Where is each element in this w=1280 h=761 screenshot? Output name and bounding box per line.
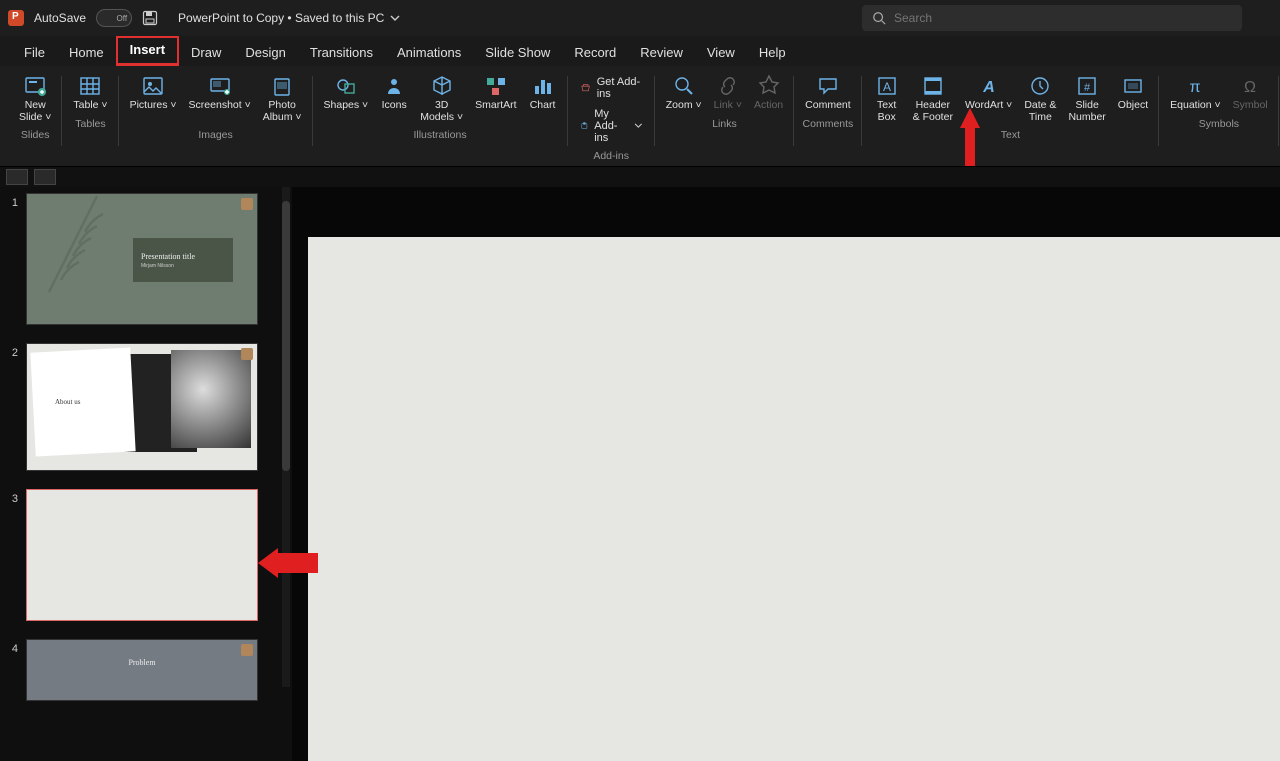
group-label: Text <box>1001 129 1020 141</box>
shapes-button[interactable]: Shapes ˅ <box>321 72 372 114</box>
search-box[interactable] <box>862 5 1242 31</box>
tab-home[interactable]: Home <box>57 41 116 66</box>
title-bar: AutoSave Off PowerPoint to Copy • Saved … <box>0 0 1280 36</box>
tab-insert[interactable]: Insert <box>116 36 179 66</box>
group-label: Symbols <box>1199 118 1239 130</box>
document-title[interactable]: PowerPoint to Copy • Saved to this PC <box>178 11 400 25</box>
photo-album-icon <box>270 74 294 98</box>
transition-badge-icon <box>241 644 253 656</box>
svg-text:A: A <box>982 79 995 96</box>
slide-thumb-4[interactable]: 4 Problem <box>6 639 284 701</box>
slide-thumbnails-panel: 1 Presentation title Mirjam Nilsson 2 Ab… <box>0 187 292 761</box>
slide-thumb-1[interactable]: 1 Presentation title Mirjam Nilsson <box>6 193 284 325</box>
text-box-button[interactable]: AText Box <box>870 72 904 125</box>
comment-icon <box>816 74 840 98</box>
screenshot-button[interactable]: Screenshot ˅ <box>186 72 254 114</box>
action-button: Action <box>751 72 786 114</box>
group-label: Comments <box>803 118 854 130</box>
symbol-icon: Ω <box>1238 74 1262 98</box>
group-label: Add-ins <box>593 150 629 162</box>
date-time-icon <box>1028 74 1052 98</box>
3d-models-button[interactable]: 3D Models ˅ <box>417 72 466 125</box>
ribbon-tabs: FileHomeInsertDrawDesignTransitionsAnima… <box>0 36 1280 66</box>
slide-number-icon: # <box>1075 74 1099 98</box>
svg-text:A: A <box>883 80 891 94</box>
pictures-button[interactable]: Pictures ˅ <box>127 72 180 114</box>
save-icon[interactable] <box>142 10 158 26</box>
group-label: Tables <box>75 118 105 130</box>
chart-icon <box>531 74 555 98</box>
equation-icon: π <box>1183 74 1207 98</box>
photo-album-button[interactable]: Photo Album ˅ <box>260 72 305 125</box>
slide-canvas-area <box>292 187 1280 761</box>
slide-number-button[interactable]: #Slide Number <box>1065 72 1108 125</box>
chart-button[interactable]: Chart <box>526 72 560 114</box>
3d-models-icon <box>430 74 454 98</box>
action-icon <box>757 74 781 98</box>
date-time-button[interactable]: Date & Time <box>1021 72 1059 125</box>
smartart-button[interactable]: SmartArt <box>472 72 519 114</box>
object-button[interactable]: Object <box>1115 72 1151 114</box>
autosave-toggle[interactable]: Off <box>96 9 132 27</box>
chevron-down-icon <box>390 13 400 23</box>
transition-badge-icon <box>241 348 253 360</box>
tab-animations[interactable]: Animations <box>385 41 473 66</box>
header-footer-button[interactable]: Header & Footer <box>910 72 956 125</box>
wordart-icon: A <box>977 74 1001 98</box>
zoom-icon <box>672 74 696 98</box>
tab-file[interactable]: File <box>12 41 57 66</box>
symbol-button: ΩSymbol <box>1230 72 1271 114</box>
annotation-arrow-object <box>955 108 985 166</box>
new-slide-button[interactable]: New Slide ˅ <box>16 72 54 125</box>
link-icon <box>716 74 740 98</box>
autosave-label: AutoSave <box>34 11 86 25</box>
group-label: Slides <box>21 129 50 141</box>
slide-thumb-3[interactable]: 3 <box>6 489 284 621</box>
app-icon <box>8 10 24 26</box>
screenshot-icon <box>208 74 232 98</box>
thumbnails-scrollbar[interactable] <box>282 187 290 687</box>
tab-record[interactable]: Record <box>562 41 628 66</box>
equation-button[interactable]: πEquation ˅ <box>1167 72 1224 114</box>
table-button[interactable]: Table ˅ <box>70 72 110 114</box>
svg-text:#: # <box>1084 82 1091 94</box>
addins-button[interactable]: My Add-ins <box>576 106 647 146</box>
tab-view[interactable]: View <box>695 41 747 66</box>
text-box-icon: A <box>875 74 899 98</box>
table-icon <box>78 74 102 98</box>
outline-view-button[interactable] <box>6 169 28 185</box>
new-slide-icon <box>23 74 47 98</box>
pictures-icon <box>141 74 165 98</box>
store-button[interactable]: Get Add-ins <box>576 74 647 102</box>
tab-review[interactable]: Review <box>628 41 695 66</box>
view-mode-switcher <box>0 167 1280 187</box>
icons-button[interactable]: Icons <box>377 72 411 114</box>
group-label: Links <box>712 118 737 130</box>
comment-button[interactable]: Comment <box>802 72 854 114</box>
tab-slide-show[interactable]: Slide Show <box>473 41 562 66</box>
tab-design[interactable]: Design <box>233 41 297 66</box>
tab-draw[interactable]: Draw <box>179 41 233 66</box>
transition-badge-icon <box>241 198 253 210</box>
icons-icon <box>382 74 406 98</box>
zoom-button[interactable]: Zoom ˅ <box>663 72 705 114</box>
group-label: Images <box>198 129 232 141</box>
search-icon <box>872 11 886 25</box>
svg-text:π: π <box>1190 79 1201 96</box>
slide-canvas[interactable] <box>308 237 1280 761</box>
annotation-arrow-slide3 <box>258 548 318 578</box>
search-input[interactable] <box>894 11 1232 25</box>
header-footer-icon <box>921 74 945 98</box>
group-label: Illustrations <box>413 129 466 141</box>
ribbon: New Slide ˅ Slides Table ˅ Tables Pictures ˅… <box>0 66 1280 167</box>
link-button: Link ˅ <box>711 72 745 114</box>
thumbnail-view-button[interactable] <box>34 169 56 185</box>
smartart-icon <box>484 74 508 98</box>
tab-help[interactable]: Help <box>747 41 798 66</box>
slide-thumb-2[interactable]: 2 About us <box>6 343 284 471</box>
svg-text:Ω: Ω <box>1244 79 1256 96</box>
shapes-icon <box>334 74 358 98</box>
object-icon <box>1121 74 1145 98</box>
tab-transitions[interactable]: Transitions <box>298 41 385 66</box>
